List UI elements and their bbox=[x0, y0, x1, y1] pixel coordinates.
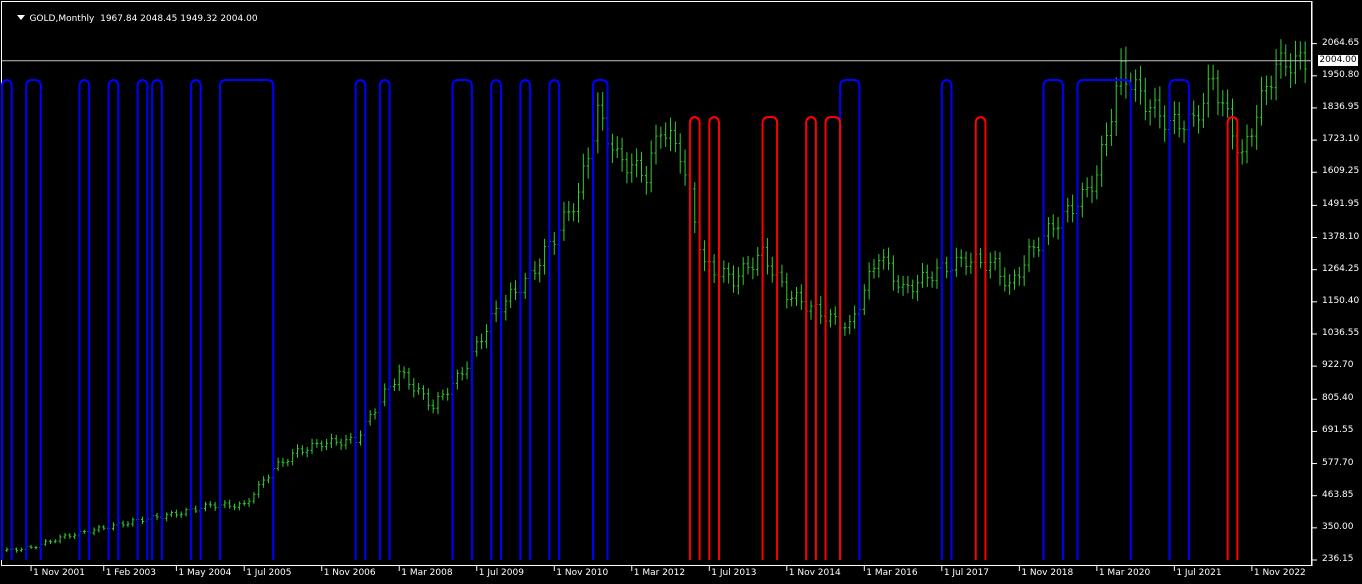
y-tick-label: 1950.80 bbox=[1322, 69, 1360, 80]
indicator-up-pulse bbox=[219, 79, 275, 560]
x-tick-label: 1 Jul 2017 bbox=[943, 568, 990, 578]
plot-border bbox=[1, 1, 1312, 566]
indicator-up-pulse bbox=[451, 79, 473, 560]
indicator-down-pulse bbox=[824, 116, 842, 560]
x-tick-label: 1 Jul 2009 bbox=[478, 568, 524, 578]
indicator-down-pulse bbox=[708, 116, 720, 560]
indicator-up-pulse bbox=[25, 79, 42, 560]
x-tick-label: 1 Jul 2021 bbox=[1176, 568, 1222, 578]
dropdown-triangle-icon[interactable] bbox=[17, 15, 26, 20]
indicator-up-pulse bbox=[1, 79, 13, 560]
indicator-up-pulse bbox=[1042, 79, 1064, 560]
y-tick-label: 805.40 bbox=[1322, 393, 1354, 404]
indicator-up-pulse bbox=[548, 79, 561, 560]
indicator-up-pulse bbox=[151, 79, 163, 560]
indicator-up-pulse bbox=[1076, 79, 1132, 560]
x-tick-label: 1 Jul 2005 bbox=[246, 568, 292, 578]
indicator-down-pulse bbox=[761, 116, 779, 560]
y-tick-label: 1609.25 bbox=[1322, 166, 1360, 177]
symbol-label: GOLD,Monthly bbox=[29, 14, 95, 24]
x-tick-label: 1 May 2004 bbox=[178, 568, 232, 578]
indicator-up-pulse bbox=[940, 79, 953, 560]
indicator-down-pulse bbox=[805, 116, 817, 560]
indicator-up-pulse bbox=[136, 79, 149, 560]
x-tick-label: 1 Nov 2018 bbox=[1021, 568, 1074, 578]
indicator-up-pulse bbox=[378, 79, 391, 560]
x-tick-label: 1 Feb 2003 bbox=[105, 568, 157, 578]
y-tick-label: 577.70 bbox=[1322, 457, 1354, 468]
y-tick-label: 1378.10 bbox=[1322, 231, 1360, 242]
ohlc-values: 1967.84 2048.45 1949.32 2004.00 bbox=[100, 14, 258, 24]
y-tick-label: 1836.95 bbox=[1322, 101, 1360, 112]
indicator-layer bbox=[1, 79, 1239, 560]
chart-header[interactable]: GOLD,Monthly 1967.84 2048.45 1949.32 200… bbox=[6, 4, 258, 34]
indicator-up-pulse bbox=[107, 79, 120, 560]
y-tick-label: 1036.55 bbox=[1322, 327, 1360, 338]
x-tick-label: 1 Nov 2006 bbox=[323, 568, 376, 578]
y-tick-label: 1723.10 bbox=[1322, 134, 1360, 145]
indicator-up-pulse bbox=[1168, 79, 1190, 560]
x-tick-label: 1 Nov 2001 bbox=[33, 568, 85, 578]
x-tick-label: 1 Mar 2016 bbox=[866, 568, 918, 578]
x-tick-label: 1 Mar 2020 bbox=[1098, 568, 1151, 578]
x-tick-label: 1 Nov 2014 bbox=[788, 568, 841, 578]
indicator-up-pulse bbox=[78, 79, 91, 560]
y-tick-label: 691.55 bbox=[1322, 425, 1354, 436]
y-tick-label: 922.70 bbox=[1322, 360, 1354, 371]
chart-plot bbox=[1, 1, 1317, 571]
y-tick-label: 350.00 bbox=[1322, 521, 1354, 532]
y-tick-label: 463.85 bbox=[1322, 489, 1354, 500]
y-tick-label: 1264.25 bbox=[1322, 263, 1360, 274]
indicator-up-pulse bbox=[592, 79, 609, 560]
y-tick-marks bbox=[1312, 43, 1317, 561]
current-price-badge: 2004.00 bbox=[1318, 55, 1358, 67]
indicator-down-pulse bbox=[1226, 116, 1239, 560]
x-tick-label: 1 Jul 2013 bbox=[711, 568, 757, 578]
y-tick-label: 236.15 bbox=[1322, 554, 1354, 564]
chart-window: GOLD,Monthly 1967.84 2048.45 1949.32 200… bbox=[0, 0, 1362, 584]
x-tick-label: 1 Nov 2022 bbox=[1253, 568, 1306, 578]
indicator-up-pulse bbox=[519, 79, 532, 560]
indicator-up-pulse bbox=[354, 79, 367, 560]
y-tick-label: 2064.65 bbox=[1322, 37, 1360, 48]
x-tick-label: 1 Mar 2012 bbox=[633, 568, 686, 578]
y-tick-label: 1150.40 bbox=[1322, 295, 1360, 306]
x-tick-label: 1 Mar 2008 bbox=[401, 568, 453, 578]
indicator-up-pulse bbox=[189, 79, 202, 560]
y-tick-label: 1491.95 bbox=[1322, 199, 1360, 210]
indicator-down-pulse bbox=[974, 116, 987, 560]
x-tick-label: 1 Nov 2010 bbox=[556, 568, 609, 578]
